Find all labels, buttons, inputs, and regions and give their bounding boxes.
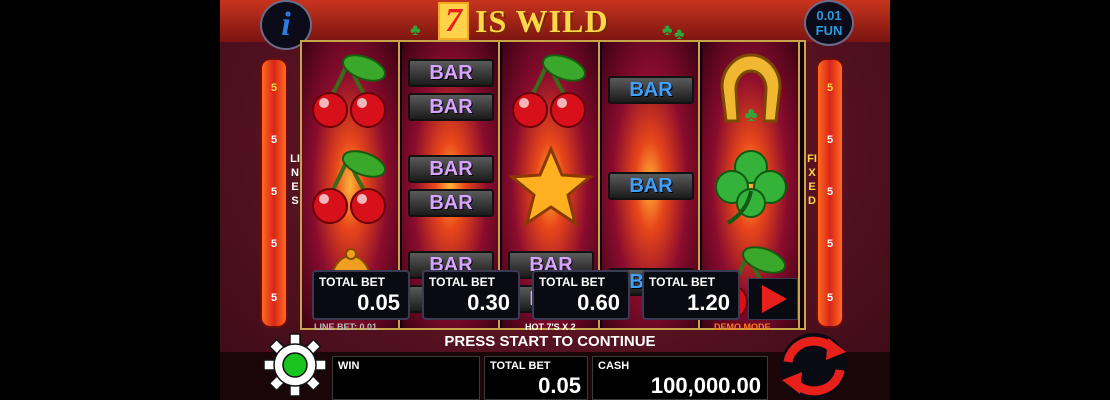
bar-symbol: BAR: [608, 172, 694, 200]
bar-symbol: BAR: [408, 189, 494, 217]
line-number: 5: [826, 238, 834, 250]
game-title: 7 IS WILD: [438, 2, 609, 40]
clover-icon: ♣: [410, 22, 421, 39]
reel-symbol-double-bar: BAR BAR: [402, 138, 500, 234]
play-button[interactable]: [748, 278, 798, 320]
line-number: 5: [270, 82, 278, 94]
feature-text: HOT 7'S X 2: [525, 322, 576, 332]
left-line-indicator: 5 5 5 5 5: [260, 58, 288, 328]
bet-button-3[interactable]: TOTAL BET 0.60: [532, 270, 630, 320]
bet-value: 1.20: [687, 290, 730, 315]
win-label: WIN: [338, 360, 360, 372]
cash-label: CASH: [598, 360, 630, 372]
title-text: IS WILD: [475, 2, 609, 39]
coin-currency: FUN: [815, 23, 843, 38]
bet-value: 0.05: [357, 290, 400, 315]
line-number: 5: [270, 186, 278, 198]
gear-icon: [263, 333, 327, 397]
reel-symbol-clover: [702, 138, 800, 234]
info-icon: i: [281, 6, 291, 43]
cash-box: CASH 100,000.00: [592, 356, 768, 400]
slot-game: 7 IS WILD ♣ ♣ ♣ i 0.01 FUN 5 5 5 5 5 5 5…: [220, 0, 890, 400]
bet-button-1[interactable]: TOTAL BET 0.05: [312, 270, 410, 320]
title-seven-logo: 7: [438, 2, 469, 40]
line-number: 5: [826, 82, 834, 94]
svg-text:♣: ♣: [744, 104, 757, 126]
cherry-icon: [312, 54, 387, 128]
spin-button[interactable]: [774, 332, 854, 400]
bet-label: TOTAL BET: [649, 275, 715, 289]
total-bet-box: TOTAL BET 0.05: [484, 356, 588, 400]
coin-value: 0.01: [816, 8, 842, 23]
coin-value-button[interactable]: 0.01 FUN: [804, 0, 854, 46]
total-bet-label: TOTAL BET: [490, 360, 551, 372]
line-bet-text: LINE BET: 0.01: [314, 322, 378, 332]
bet-button-4[interactable]: TOTAL BET 1.20: [642, 270, 740, 320]
demo-mode-badge: DEMO MODE: [714, 322, 771, 332]
cash-value: 100,000.00: [650, 373, 761, 398]
reel-symbol-cherry: [502, 42, 600, 138]
line-number: 5: [826, 186, 834, 198]
bar-symbol: BAR: [608, 76, 694, 104]
right-line-indicator: 5 5 5 5 5: [816, 58, 844, 328]
bar-symbol: BAR: [408, 93, 494, 121]
bar-symbol: BAR: [408, 59, 494, 87]
header-banner: 7 IS WILD ♣ ♣ ♣: [220, 0, 890, 43]
line-number: 5: [826, 292, 834, 304]
horseshoe-icon: ♣: [720, 53, 782, 126]
line-number: 5: [270, 238, 278, 250]
clover-icon: [715, 150, 787, 225]
fixed-label: FIXED: [807, 153, 817, 207]
cherry-icon: [512, 54, 587, 128]
line-number: 5: [826, 134, 834, 146]
reel-symbol-bar: BAR: [602, 138, 700, 234]
spin-arrows-icon: [781, 333, 847, 399]
clover-icon: ♣: [662, 22, 673, 39]
reel-symbol-cherry: [302, 42, 400, 138]
bet-value: 0.60: [577, 290, 620, 315]
line-number: 5: [270, 292, 278, 304]
play-icon: [762, 285, 787, 313]
bet-label: TOTAL BET: [319, 275, 385, 289]
reel-symbol-star: [502, 138, 600, 234]
bet-value: 0.30: [467, 290, 510, 315]
bet-button-2[interactable]: TOTAL BET 0.30: [422, 270, 520, 320]
total-bet-value: 0.05: [538, 373, 581, 398]
win-box: WIN: [332, 356, 480, 400]
bet-label: TOTAL BET: [429, 275, 495, 289]
cherry-icon: [312, 150, 387, 224]
reel-symbol-cherry: [302, 138, 400, 234]
bar-symbol: BAR: [408, 155, 494, 183]
line-number: 5: [270, 134, 278, 146]
bet-label: TOTAL BET: [539, 275, 605, 289]
reel-symbol-bar: BAR: [602, 42, 700, 138]
settings-button[interactable]: [262, 332, 328, 398]
press-start-prompt: PRESS START TO CONTINUE: [444, 333, 656, 350]
star-icon: [508, 145, 594, 227]
reel-symbol-double-bar: BAR BAR: [402, 42, 500, 138]
reel-symbol-horseshoe: ♣: [702, 42, 800, 138]
